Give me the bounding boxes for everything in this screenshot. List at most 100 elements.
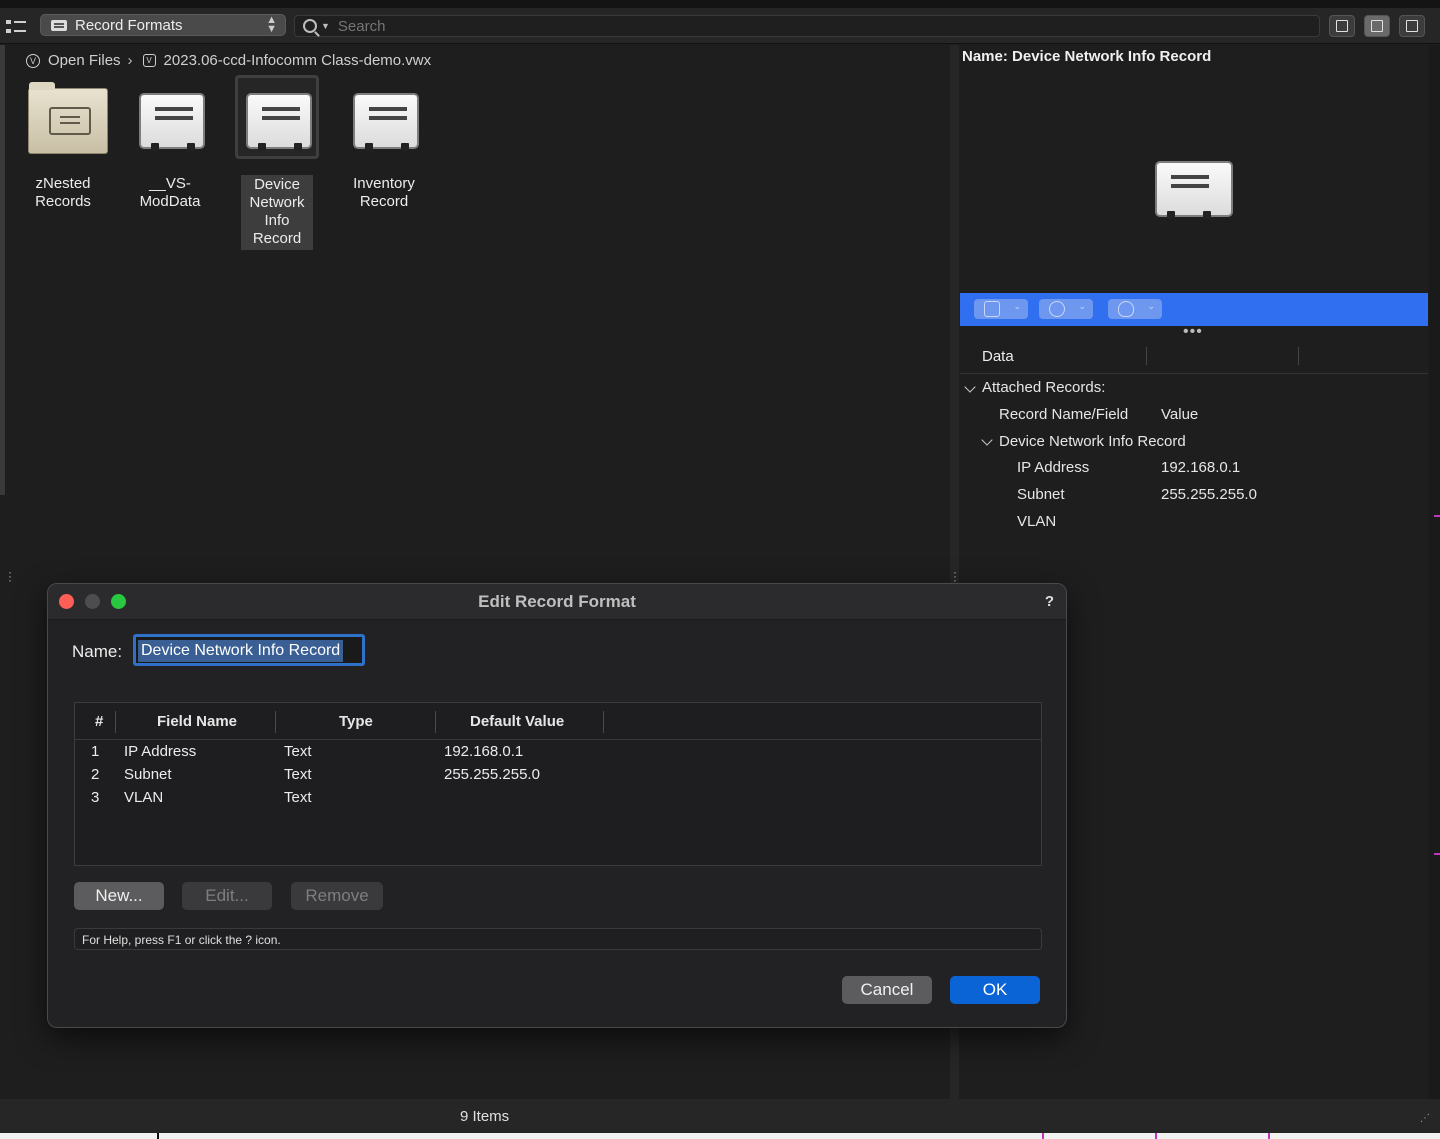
resize-grip-icon[interactable]: ⋰	[1420, 1113, 1430, 1124]
row-number: 2	[91, 766, 100, 783]
column-header-type[interactable]: Type	[339, 713, 373, 730]
field-name: IP Address	[1017, 459, 1090, 476]
right-window-edge	[1429, 45, 1440, 1099]
record-format-icon	[1155, 161, 1233, 219]
resize-handle-icon[interactable]: · · ·	[953, 566, 957, 586]
field-name: Subnet	[1017, 486, 1065, 503]
dialog-title: Edit Record Format	[478, 592, 636, 611]
status-bar: 9 Items ⋰	[0, 1099, 1440, 1133]
field-value[interactable]: 192.168.0.1	[1161, 459, 1240, 476]
dialog-titlebar[interactable]: Edit Record Format ?	[48, 584, 1066, 620]
help-icon[interactable]: ?	[1045, 593, 1054, 610]
column-separator	[603, 711, 604, 733]
row-type: Text	[284, 789, 312, 806]
resource-item-vs-moddata[interactable]: __VS-ModData	[123, 75, 217, 211]
resource-item-inventory-record[interactable]: Inventory Record	[337, 75, 431, 211]
resource-label: Inventory Record	[353, 175, 415, 210]
name-label: Name:	[72, 642, 123, 661]
left-resize-handle-icon[interactable]: · · ·	[8, 566, 12, 586]
edit-record-format-dialog: Edit Record Format ? Name: Device Networ…	[47, 583, 1067, 1028]
search-icon	[303, 19, 317, 33]
breadcrumb-open-files[interactable]: Open Files	[48, 52, 121, 69]
breadcrumb-file[interactable]: 2023.06-ccd-Infocomm Class-demo.vwx	[164, 52, 432, 69]
preview-view-button[interactable]	[1399, 15, 1425, 37]
view-cube-button[interactable]: ⌄	[974, 299, 1028, 319]
breadcrumb: V Open Files › V 2023.06-ccd-Infocomm Cl…	[26, 52, 431, 69]
data-tab-row: Data	[960, 339, 1428, 374]
background-button[interactable]: ⌄	[1108, 299, 1162, 319]
guide-mark	[1155, 1133, 1157, 1139]
attached-records-label: Attached Records:	[982, 379, 1106, 396]
list-view-icon	[1336, 20, 1348, 32]
attached-record-name[interactable]: Device Network Info Record	[999, 433, 1186, 450]
ok-button[interactable]: OK	[950, 976, 1040, 1004]
resource-thumbnail[interactable]	[128, 75, 212, 159]
resource-thumbnail[interactable]	[235, 75, 319, 159]
name-input[interactable]: Device Network Info Record	[133, 634, 365, 666]
edit-field-button[interactable]: Edit...	[182, 882, 272, 910]
fields-table: # Field Name Type Default Value 1 IP Add…	[74, 702, 1042, 866]
row-default-value: 192.168.0.1	[444, 743, 524, 760]
new-field-button[interactable]: New...	[74, 882, 164, 910]
row-field-name: IP Address	[124, 743, 197, 760]
resource-label: Device Network Info Record	[241, 175, 313, 250]
cancel-button[interactable]: Cancel	[842, 976, 932, 1004]
chevron-down-icon[interactable]	[964, 381, 976, 393]
preview-view-icon	[1406, 20, 1418, 32]
window-bottom-edge	[0, 1133, 1440, 1139]
resource-type-select[interactable]: Record Formats ▲ ▼	[40, 14, 286, 36]
guide-mark	[1042, 1133, 1044, 1139]
tab-data[interactable]: Data	[982, 348, 1014, 365]
remove-field-button[interactable]: Remove	[291, 882, 383, 910]
resource-manager-toolbar: Record Formats ▲ ▼ ▼	[0, 8, 1440, 44]
chevron-down-icon[interactable]: ▼	[321, 21, 330, 31]
resource-type-label: Record Formats	[75, 16, 183, 34]
column-header-value: Value	[1161, 406, 1199, 423]
updown-chevron-icon: ▲ ▼	[266, 14, 277, 35]
item-count: 9 Items	[460, 1108, 510, 1125]
folder-icon	[28, 82, 108, 154]
resource-thumbnail[interactable]	[342, 75, 426, 159]
resource-thumbnail[interactable]	[21, 75, 108, 159]
column-header-number[interactable]: #	[95, 713, 103, 730]
chevron-down-icon: ⌄	[1013, 301, 1021, 311]
column-header-default-value[interactable]: Default Value	[470, 713, 564, 730]
sidebar-toggle-icon[interactable]	[6, 18, 26, 36]
row-number: 3	[91, 789, 100, 806]
split-view-button[interactable]	[1364, 15, 1390, 37]
help-text: For Help, press F1 or click the ? icon.	[74, 928, 1042, 950]
search-input[interactable]	[337, 17, 1238, 35]
guide-mark	[1268, 1133, 1270, 1139]
preview-action-bar: ⌄ ⌄ ⌄	[960, 293, 1428, 326]
resource-label: __VS-ModData	[139, 175, 201, 210]
column-separator	[275, 711, 276, 733]
render-icon	[1049, 301, 1065, 317]
row-field-name: VLAN	[124, 789, 164, 806]
window-top-edge	[0, 0, 1440, 8]
record-format-icon	[353, 93, 419, 151]
row-type: Text	[284, 766, 312, 783]
name-input-value: Device Network Info Record	[138, 640, 344, 662]
record-format-icon	[51, 19, 67, 31]
resource-item-znested-records[interactable]: zNested Records	[16, 75, 110, 211]
guide-mark	[1434, 515, 1440, 517]
row-number: 1	[91, 743, 100, 760]
background-icon	[1118, 301, 1134, 317]
column-separator	[115, 711, 116, 733]
render-mode-button[interactable]: ⌄	[1039, 299, 1093, 319]
column-separator	[435, 711, 436, 733]
column-header-field-name[interactable]: Field Name	[157, 713, 237, 730]
tab-separator	[1298, 347, 1299, 365]
left-edge-scroll	[0, 45, 5, 495]
chevron-down-icon[interactable]	[981, 434, 993, 446]
guide-mark	[157, 1133, 159, 1139]
resource-item-device-network-info-record[interactable]: Device Network Info Record	[230, 75, 324, 250]
field-name: VLAN	[1017, 513, 1057, 530]
preview-thumbnail	[1155, 161, 1235, 219]
chevron-down-icon: ⌄	[1147, 301, 1155, 311]
cube-icon	[984, 301, 1000, 317]
list-view-button[interactable]	[1329, 15, 1355, 37]
search-box[interactable]: ▼	[294, 15, 1320, 37]
field-value[interactable]: 255.255.255.0	[1161, 486, 1257, 503]
resource-label: zNested Records	[35, 175, 91, 210]
